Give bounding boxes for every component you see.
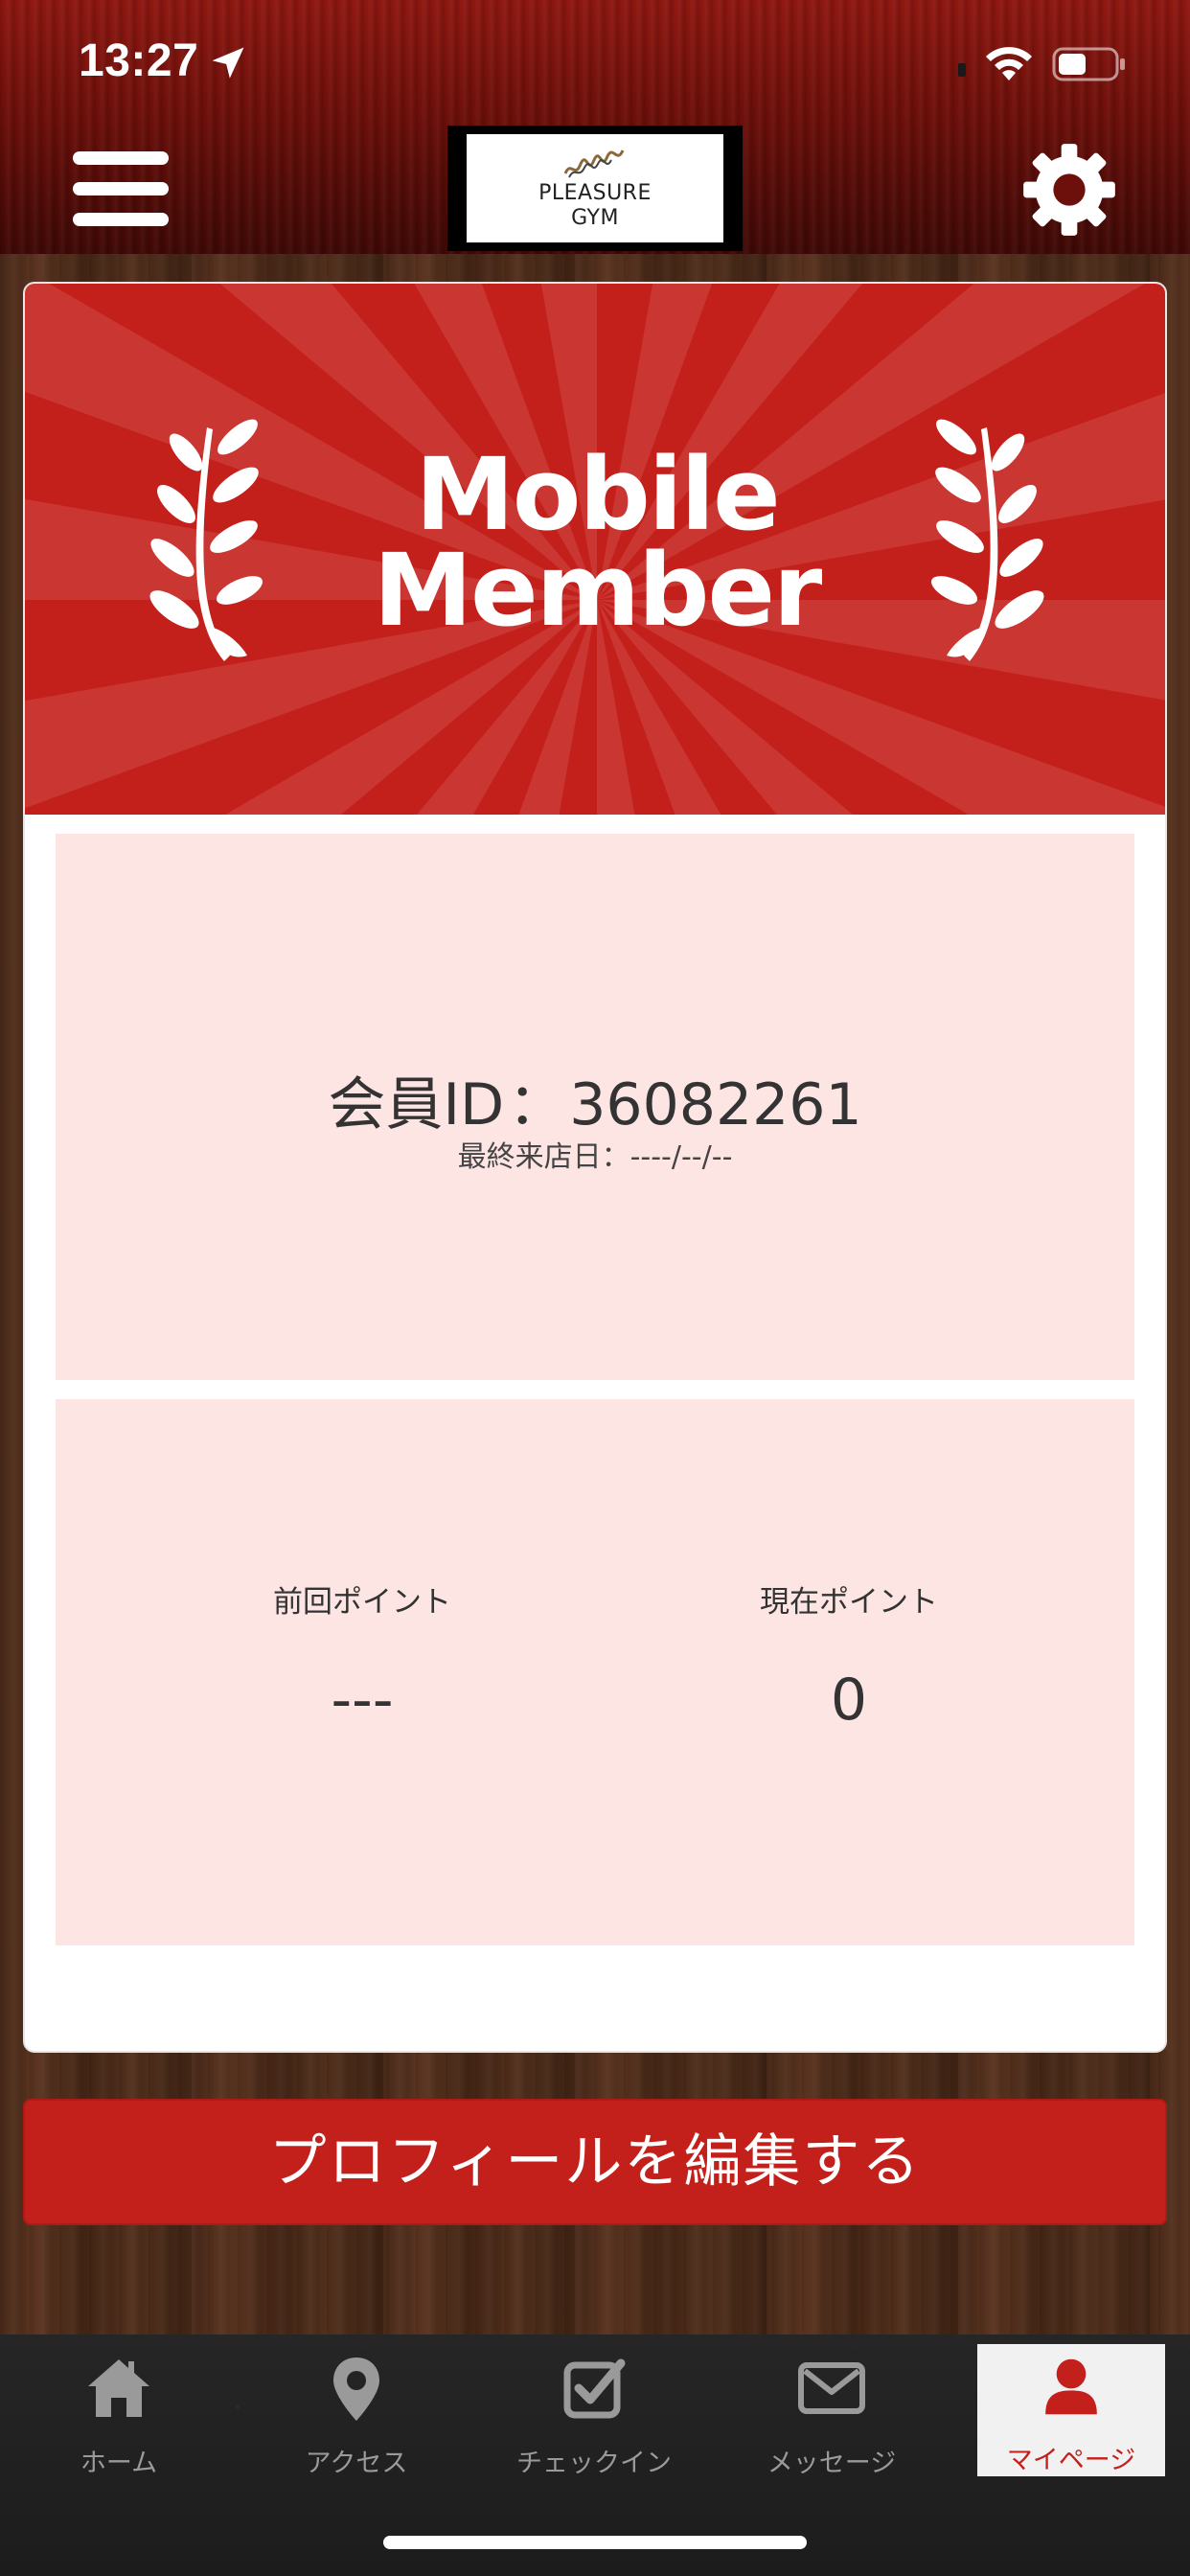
home-indicator[interactable] bbox=[383, 2536, 807, 2549]
member-id: 会員ID：36082261 bbox=[56, 1058, 1134, 1141]
gear-icon[interactable] bbox=[1019, 140, 1119, 240]
signal-icon bbox=[958, 63, 966, 77]
brand-logo: PLEASURE GYM bbox=[447, 126, 743, 251]
previous-points-value: --- bbox=[331, 1667, 394, 1734]
member-id-label: 会員ID bbox=[328, 1071, 505, 1138]
current-points-value: 0 bbox=[830, 1667, 868, 1734]
user-icon bbox=[1045, 2358, 1097, 2415]
last-visit-value: ----/--/-- bbox=[629, 1140, 733, 1174]
last-visit: 最終来店日：----/--/-- bbox=[56, 1133, 1134, 1175]
tab-checkin[interactable]: チェックイン bbox=[500, 2344, 688, 2488]
tab-access-label: アクセス bbox=[305, 2449, 408, 2478]
map-pin-icon bbox=[333, 2358, 379, 2421]
status-time: 13:27 bbox=[79, 35, 199, 86]
previous-points: 前回ポイント --- bbox=[123, 1577, 602, 1734]
battery-icon bbox=[1052, 47, 1125, 81]
home-icon bbox=[88, 2359, 149, 2417]
current-points-label: 現在ポイント bbox=[760, 1585, 938, 1620]
tab-mypage-label: マイページ bbox=[1006, 2446, 1136, 2475]
previous-points-label: 前回ポイント bbox=[273, 1585, 451, 1620]
tab-checkin-label: チェックイン bbox=[516, 2449, 672, 2478]
tab-mypage[interactable]: マイページ bbox=[977, 2344, 1165, 2476]
logo-text-line1: PLEASURE bbox=[538, 180, 652, 205]
tab-home-label: ホーム bbox=[80, 2449, 158, 2478]
envelope-icon bbox=[798, 2362, 865, 2414]
edit-profile-button[interactable]: プロフィールを編集する bbox=[23, 2099, 1167, 2225]
last-visit-label: 最終来店日： bbox=[457, 1140, 630, 1174]
member-card: Mobile Member 会員ID：36082261 最終来店日：----/-… bbox=[23, 282, 1167, 2053]
member-banner: Mobile Member bbox=[25, 284, 1165, 815]
banner-title-line2: Member bbox=[373, 532, 823, 649]
wifi-icon bbox=[986, 47, 1032, 80]
current-points: 現在ポイント 0 bbox=[609, 1577, 1088, 1734]
logo-text-line2: GYM bbox=[571, 205, 619, 230]
logo-wave-icon bbox=[563, 149, 625, 178]
member-id-panel: 会員ID：36082261 最終来店日：----/--/-- bbox=[56, 834, 1134, 1380]
banner-title-line1: Mobile bbox=[415, 436, 780, 553]
member-id-value: 36082261 bbox=[569, 1071, 862, 1138]
checkbox-icon bbox=[563, 2358, 626, 2419]
app-header: 13:27 PLEASURE GYM bbox=[0, 0, 1190, 254]
tab-access[interactable]: アクセス bbox=[263, 2344, 450, 2488]
tab-message-label: メッセージ bbox=[767, 2449, 897, 2478]
hamburger-menu-icon[interactable] bbox=[73, 146, 169, 232]
banner-title: Mobile Member bbox=[25, 436, 1165, 649]
tab-home[interactable]: ホーム bbox=[25, 2344, 213, 2488]
points-panel: 前回ポイント --- 現在ポイント 0 bbox=[56, 1399, 1134, 1945]
location-arrow-icon bbox=[212, 47, 244, 79]
member-id-separator: ： bbox=[508, 1071, 566, 1138]
tab-message[interactable]: メッセージ bbox=[738, 2344, 926, 2488]
